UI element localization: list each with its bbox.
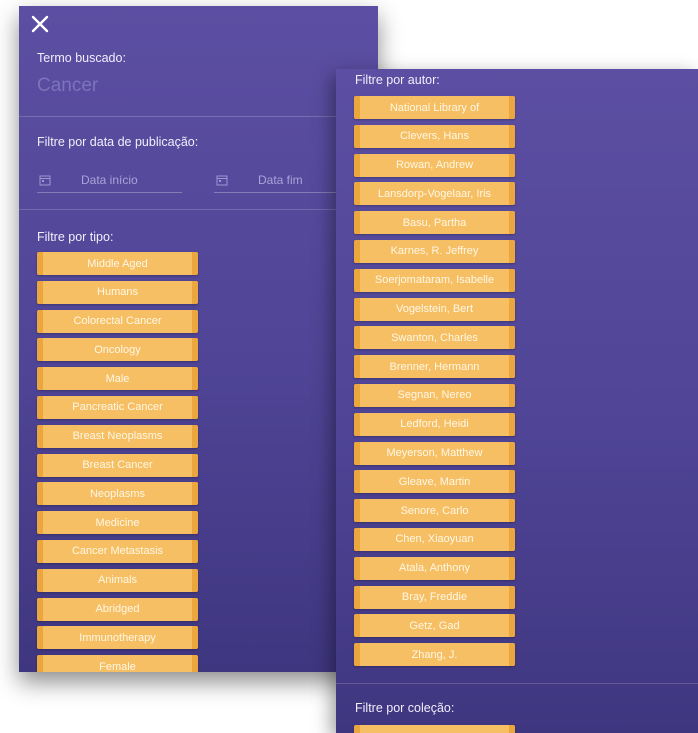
author-filter-label: Filtre por autor: bbox=[355, 73, 440, 87]
type-chip[interactable]: Cancer Metastasis bbox=[37, 539, 198, 563]
type-chip[interactable]: Humans bbox=[37, 280, 198, 304]
author-chip[interactable]: Rowan, Andrew bbox=[354, 153, 515, 177]
type-chip[interactable]: Breast Cancer bbox=[37, 453, 198, 477]
author-chip[interactable]: National Library of bbox=[354, 96, 515, 119]
type-chip[interactable]: Immunotherapy bbox=[37, 626, 198, 650]
type-chip[interactable]: Middle Aged bbox=[37, 252, 198, 275]
calendar-icon bbox=[39, 175, 51, 186]
search-term-label: Termo buscado: bbox=[37, 51, 126, 65]
author-chip[interactable]: Meyerson, Matthew bbox=[354, 441, 515, 465]
author-chip[interactable]: Clevers, Hans bbox=[354, 124, 515, 148]
divider bbox=[19, 116, 378, 117]
type-chip[interactable]: Abridged bbox=[37, 597, 198, 621]
type-chip[interactable]: Medicine bbox=[37, 511, 198, 535]
author-chip[interactable]: Chen, Xiaoyuan bbox=[354, 527, 515, 551]
author-chip[interactable]: Vogelstein, Bert bbox=[354, 297, 515, 321]
collection-chip-list bbox=[354, 725, 515, 733]
author-chip[interactable]: Brenner, Hermann bbox=[354, 355, 515, 379]
start-date-placeholder: Data início bbox=[81, 173, 138, 187]
type-chip[interactable]: Oncology bbox=[37, 338, 198, 362]
collection-filter-label: Filtre por coleção: bbox=[355, 701, 455, 715]
author-chip[interactable]: Swanton, Charles bbox=[354, 326, 515, 350]
left-filter-panel: Termo buscado: Cancer Filtre por data de… bbox=[19, 6, 378, 672]
author-chip[interactable]: Soerjomataram, Isabelle bbox=[354, 268, 515, 292]
type-filter-label: Filtre por tipo: bbox=[37, 230, 114, 244]
start-date-field[interactable]: Data início bbox=[37, 168, 182, 193]
author-chip[interactable]: Segnan, Nereo bbox=[354, 383, 515, 407]
type-chip[interactable]: Breast Neoplasms bbox=[37, 424, 198, 448]
close-icon[interactable] bbox=[29, 13, 51, 35]
collection-chip[interactable] bbox=[354, 725, 515, 733]
author-chip[interactable]: Atala, Anthony bbox=[354, 556, 515, 580]
author-chip[interactable]: Senore, Carlo bbox=[354, 499, 515, 523]
date-filter-label: Filtre por data de publicação: bbox=[37, 135, 199, 149]
author-chip-list: National Library of Clevers, Hans Rowan,… bbox=[354, 96, 515, 672]
right-filter-panel: Filtre por autor: National Library of Cl… bbox=[336, 69, 698, 733]
search-term-value[interactable]: Cancer bbox=[37, 75, 98, 97]
type-chip[interactable]: Female bbox=[37, 655, 198, 672]
author-chip[interactable]: Gleave, Martin bbox=[354, 470, 515, 494]
calendar-icon bbox=[216, 175, 228, 186]
author-chip[interactable]: Basu, Partha bbox=[354, 211, 515, 235]
divider bbox=[336, 683, 698, 684]
end-date-placeholder: Data fim bbox=[258, 173, 303, 187]
author-chip[interactable]: Ledford, Heidi bbox=[354, 412, 515, 436]
type-chip[interactable]: Animals bbox=[37, 568, 198, 592]
author-chip[interactable]: Lansdorp-Vogelaar, Iris bbox=[354, 182, 515, 206]
author-chip[interactable]: Bray, Freddie bbox=[354, 585, 515, 609]
divider bbox=[19, 209, 378, 210]
author-chip[interactable]: Getz, Gad bbox=[354, 614, 515, 638]
type-chip-list: Middle Aged Humans Colorectal Cancer Onc… bbox=[37, 252, 198, 672]
author-chip[interactable]: Karnes, R. Jeffrey bbox=[354, 239, 515, 263]
type-chip[interactable]: Pancreatic Cancer bbox=[37, 395, 198, 419]
type-chip[interactable]: Colorectal Cancer bbox=[37, 309, 198, 333]
type-chip[interactable]: Male bbox=[37, 367, 198, 391]
type-chip[interactable]: Neoplasms bbox=[37, 482, 198, 506]
author-chip[interactable]: Zhang, J. bbox=[354, 643, 515, 667]
